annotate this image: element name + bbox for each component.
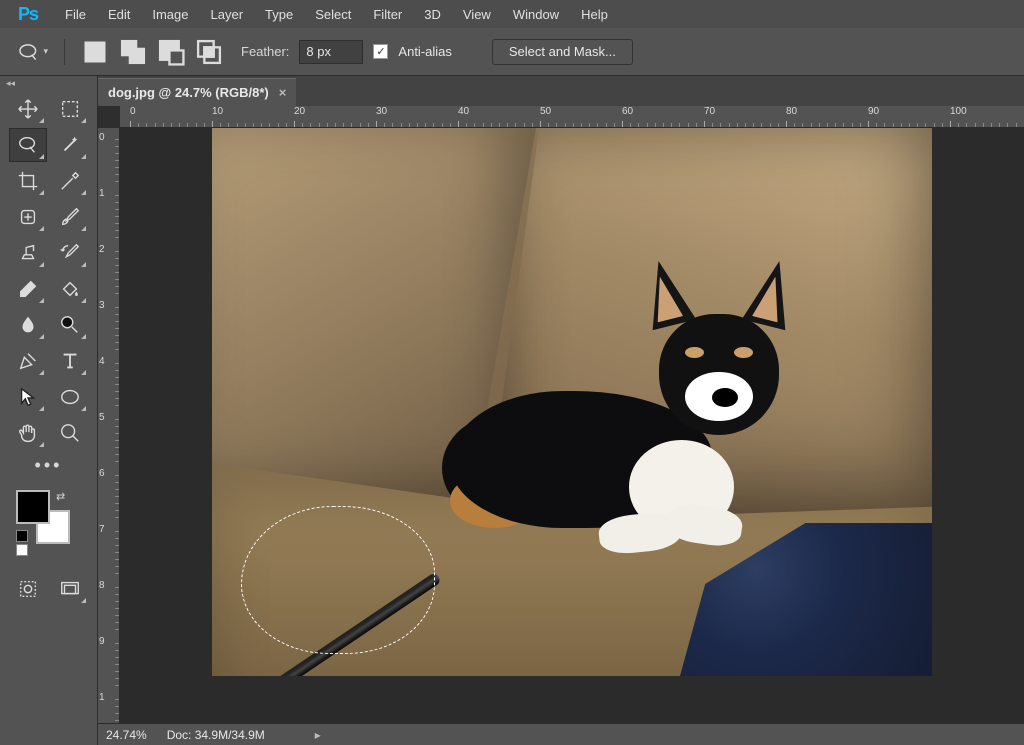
selection-subtract-icon[interactable] bbox=[157, 38, 185, 66]
document-area: dog.jpg @ 24.7% (RGB/8*) × 0102030405060… bbox=[98, 76, 1024, 745]
zoom-display[interactable]: 24.74% bbox=[106, 728, 147, 742]
menu-layer[interactable]: Layer bbox=[200, 3, 255, 26]
edit-toolbar-icon[interactable]: ••• bbox=[0, 454, 97, 476]
options-bar: ▾ Feather: Anti-alias Select and Mask... bbox=[0, 28, 1024, 76]
ruler-horizontal[interactable]: 0102030405060708090100 bbox=[120, 106, 1024, 128]
ellipse-shape-tool[interactable] bbox=[51, 380, 89, 414]
move-tool[interactable] bbox=[9, 92, 47, 126]
menu-view[interactable]: View bbox=[452, 3, 502, 26]
app-logo: Ps bbox=[2, 0, 54, 28]
menu-type[interactable]: Type bbox=[254, 3, 304, 26]
menu-3d[interactable]: 3D bbox=[413, 3, 452, 26]
status-bar: 24.74% Doc: 34.9M/34.9M ▸ bbox=[98, 723, 1024, 745]
magic-wand-tool[interactable] bbox=[51, 128, 89, 162]
antialias-checkbox[interactable] bbox=[373, 44, 388, 59]
lasso-tool[interactable] bbox=[9, 128, 47, 162]
clone-stamp-tool[interactable] bbox=[9, 236, 47, 270]
menu-file[interactable]: File bbox=[54, 3, 97, 26]
menu-window[interactable]: Window bbox=[502, 3, 570, 26]
select-and-mask-button[interactable]: Select and Mask... bbox=[492, 39, 633, 65]
marquee-tool[interactable] bbox=[51, 92, 89, 126]
brush-tool[interactable] bbox=[51, 200, 89, 234]
menu-image[interactable]: Image bbox=[141, 3, 199, 26]
doc-size-display[interactable]: Doc: 34.9M/34.9M bbox=[167, 728, 265, 742]
feather-input[interactable] bbox=[299, 40, 363, 64]
swap-colors-icon[interactable]: ⇄ bbox=[56, 490, 65, 503]
menu-filter[interactable]: Filter bbox=[362, 3, 413, 26]
eyedropper-tool[interactable] bbox=[51, 164, 89, 198]
tools-panel: ◂◂ ••• ⇄ bbox=[0, 76, 98, 745]
status-flyout-icon[interactable]: ▸ bbox=[315, 728, 321, 742]
color-swatches[interactable]: ⇄ bbox=[0, 490, 97, 566]
divider bbox=[64, 39, 65, 65]
toolbar-collapse-icon[interactable]: ◂◂ bbox=[0, 76, 97, 90]
selection-intersect-icon[interactable] bbox=[195, 38, 223, 66]
history-brush-tool[interactable] bbox=[51, 236, 89, 270]
pen-tool[interactable] bbox=[9, 344, 47, 378]
tool-preset-picker[interactable]: ▾ bbox=[18, 37, 48, 67]
paint-bucket-tool[interactable] bbox=[51, 272, 89, 306]
selection-new-icon[interactable] bbox=[81, 38, 109, 66]
document-tab-bar: dog.jpg @ 24.7% (RGB/8*) × bbox=[98, 76, 1024, 106]
blur-tool[interactable] bbox=[9, 308, 47, 342]
document-tab-title: dog.jpg @ 24.7% (RGB/8*) bbox=[108, 85, 269, 100]
crop-tool[interactable] bbox=[9, 164, 47, 198]
ruler-vertical[interactable]: 01234567891 bbox=[98, 128, 120, 723]
menu-bar: Ps File Edit Image Layer Type Select Fil… bbox=[0, 0, 1024, 28]
selection-add-icon[interactable] bbox=[119, 38, 147, 66]
dodge-tool[interactable] bbox=[51, 308, 89, 342]
default-colors-icon[interactable] bbox=[16, 530, 28, 556]
close-icon[interactable]: × bbox=[279, 85, 287, 100]
menu-edit[interactable]: Edit bbox=[97, 3, 141, 26]
zoom-tool[interactable] bbox=[51, 416, 89, 450]
workspace: ◂◂ ••• ⇄ bbox=[0, 76, 1024, 745]
quick-mask-tool[interactable] bbox=[9, 572, 47, 606]
antialias-label: Anti-alias bbox=[398, 44, 451, 59]
document-tab[interactable]: dog.jpg @ 24.7% (RGB/8*) × bbox=[98, 78, 296, 106]
canvas[interactable] bbox=[120, 128, 1024, 723]
type-tool[interactable] bbox=[51, 344, 89, 378]
feather-label: Feather: bbox=[241, 44, 289, 59]
path-selection-tool[interactable] bbox=[9, 380, 47, 414]
lasso-selection-marquee bbox=[241, 506, 435, 654]
menu-select[interactable]: Select bbox=[304, 3, 362, 26]
menu-help[interactable]: Help bbox=[570, 3, 619, 26]
screen-mode-tool[interactable] bbox=[51, 572, 89, 606]
eraser-tool[interactable] bbox=[9, 272, 47, 306]
foreground-color[interactable] bbox=[16, 490, 50, 524]
document-image bbox=[212, 128, 932, 676]
healing-brush-tool[interactable] bbox=[9, 200, 47, 234]
hand-tool[interactable] bbox=[9, 416, 47, 450]
